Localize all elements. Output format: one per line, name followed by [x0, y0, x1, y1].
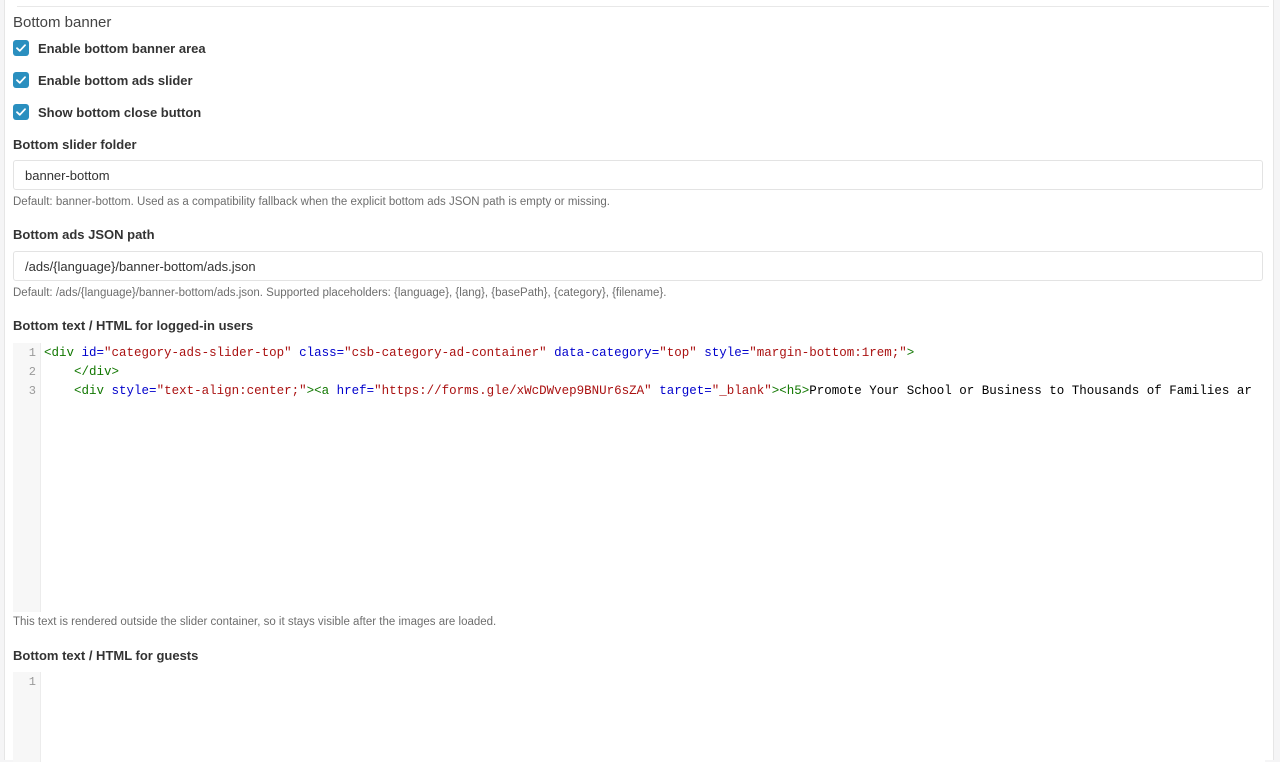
- bottom-ads-json-path-label: Bottom ads JSON path: [13, 227, 155, 242]
- check-icon: [16, 76, 26, 84]
- code-token: Promote Your School or Business to Thous…: [809, 384, 1252, 398]
- code-token: data-category=: [554, 346, 660, 360]
- logged-in-html-editor[interactable]: 1 2 3 <div id="category-ads-slider-top" …: [13, 343, 1265, 612]
- code-token: "text-align:center;": [156, 384, 307, 398]
- enable-bottom-banner-area-checkbox[interactable]: [13, 40, 29, 56]
- code-token: class=: [299, 346, 345, 360]
- check-icon: [16, 108, 26, 116]
- enable-bottom-ads-slider-checkbox[interactable]: [13, 72, 29, 88]
- code-token: "_blank": [711, 384, 772, 398]
- panel-top-divider: [17, 6, 1269, 7]
- code-token: "category-ads-slider-top": [104, 346, 292, 360]
- code-token: "margin-bottom:1rem;": [749, 346, 907, 360]
- code-token: style=: [704, 346, 750, 360]
- code-token: ><a: [306, 384, 330, 398]
- bottom-slider-folder-input[interactable]: [13, 160, 1263, 190]
- code-line: <div style="text-align:center;"><a href=…: [44, 382, 1252, 401]
- line-number: 1: [28, 346, 36, 360]
- code-token: "csb-category-ad-container": [344, 346, 547, 360]
- line-number: 3: [28, 384, 36, 398]
- code-token: id=: [81, 346, 105, 360]
- code-token: "top": [659, 346, 697, 360]
- code-token: <div: [44, 346, 75, 360]
- logged-in-html-label: Bottom text / HTML for logged-in users: [13, 318, 254, 333]
- enable-bottom-banner-area-checkbox-row[interactable]: Enable bottom banner area: [13, 39, 206, 57]
- show-bottom-close-button-checkbox-row[interactable]: Show bottom close button: [13, 103, 201, 121]
- code-token: >: [906, 346, 915, 360]
- enable-bottom-ads-slider-checkbox-row[interactable]: Enable bottom ads slider: [13, 71, 193, 89]
- settings-panel: Bottom banner Enable bottom banner area …: [4, 0, 1274, 762]
- code-token: ><h5>: [771, 384, 810, 398]
- check-icon: [16, 44, 26, 52]
- line-number: 2: [28, 365, 36, 379]
- code-token: <div: [74, 384, 105, 398]
- line-number: 1: [28, 675, 36, 689]
- bottom-ads-json-path-help: Default: /ads/{language}/banner-bottom/a…: [13, 287, 667, 299]
- guests-html-editor[interactable]: 1: [13, 672, 1265, 762]
- show-bottom-close-button-checkbox[interactable]: [13, 104, 29, 120]
- code-token: </div>: [74, 365, 120, 379]
- bottom-slider-folder-help: Default: banner-bottom. Used as a compat…: [13, 196, 610, 208]
- enable-bottom-ads-slider-label: Enable bottom ads slider: [38, 72, 193, 88]
- code-line: <div id="category-ads-slider-top" class=…: [44, 344, 914, 363]
- code-token: "https://forms.gle/xWcDWvep9BNUr6sZA": [374, 384, 652, 398]
- guests-html-label: Bottom text / HTML for guests: [13, 648, 199, 663]
- bottom-slider-folder-label: Bottom slider folder: [13, 137, 137, 152]
- section-title: Bottom banner: [13, 14, 112, 31]
- bottom-ads-json-path-input[interactable]: [13, 251, 1263, 281]
- code-token: style=: [111, 384, 157, 398]
- logged-in-html-help: This text is rendered outside the slider…: [13, 616, 497, 628]
- code-line: </div>: [44, 363, 119, 382]
- show-bottom-close-button-label: Show bottom close button: [38, 104, 202, 120]
- enable-bottom-banner-area-label: Enable bottom banner area: [38, 40, 206, 56]
- code-token: href=: [336, 384, 375, 398]
- code-token: target=: [659, 384, 712, 398]
